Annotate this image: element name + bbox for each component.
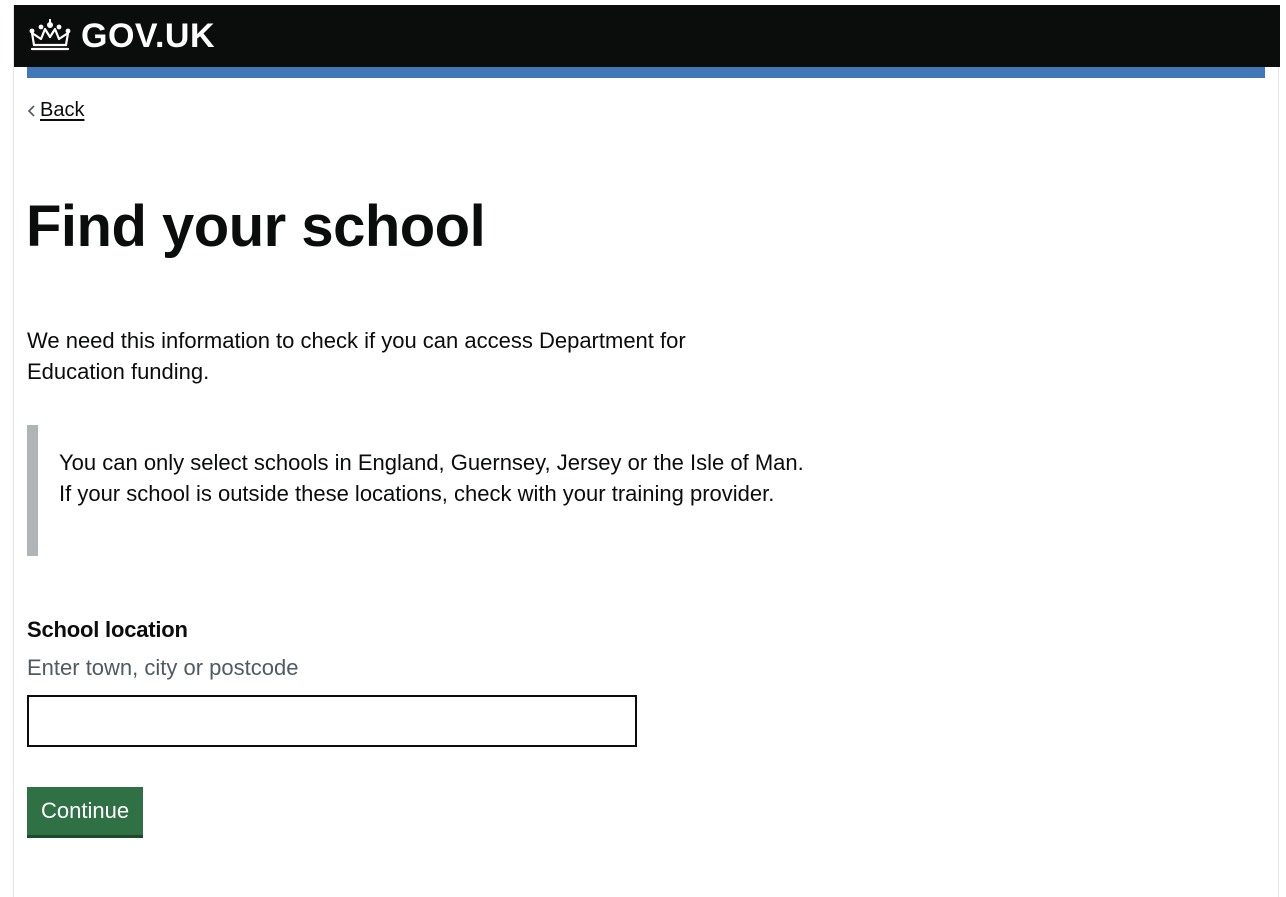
- govuk-logo-link[interactable]: GOV.UK: [27, 13, 215, 59]
- school-location-label: School location: [27, 617, 188, 642]
- school-location-hint: Enter town, city or postcode: [27, 655, 299, 680]
- intro-text: We need this information to check if you…: [27, 328, 686, 384]
- school-location-input[interactable]: [27, 695, 637, 747]
- govuk-logo-text: GOV.UK: [81, 17, 216, 55]
- header-blue-stripe: [27, 67, 1265, 78]
- page-title: Find your school: [26, 194, 486, 259]
- page-frame: GOV.UK Back Find your school We need thi…: [13, 5, 1280, 897]
- back-link-label: Back: [40, 99, 85, 121]
- continue-button[interactable]: Continue: [27, 787, 144, 835]
- back-link[interactable]: Back: [27, 99, 84, 122]
- site-header: GOV.UK: [14, 5, 1280, 67]
- chevron-left-icon: [27, 104, 35, 117]
- crown-icon: [29, 19, 71, 51]
- inset-text: You can only select schools in England, …: [27, 425, 817, 556]
